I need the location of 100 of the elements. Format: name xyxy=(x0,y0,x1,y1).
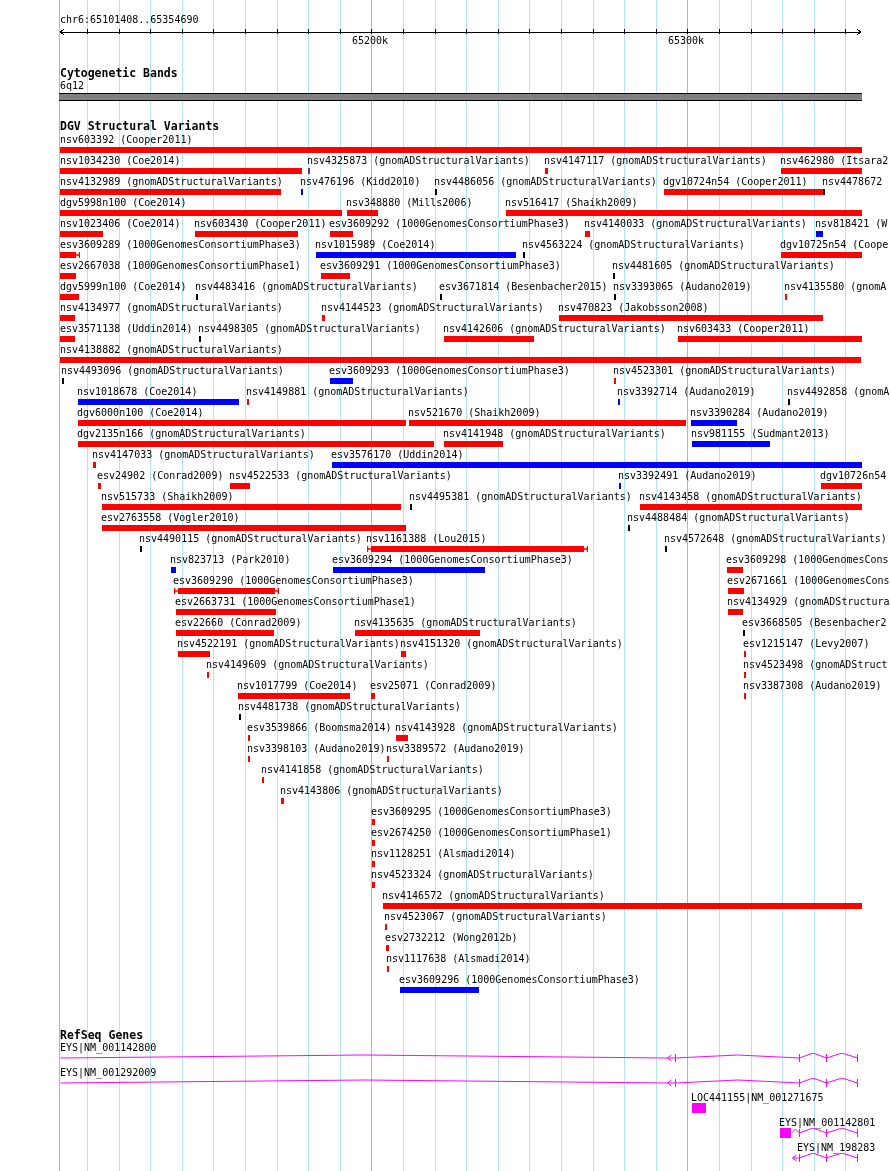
variant-bar[interactable] xyxy=(60,210,342,216)
variant-label: dgv5999n100 (Coe2014) xyxy=(60,281,187,293)
variant-bar[interactable] xyxy=(355,630,480,636)
variant-label: nsv462980 (Itsara2 xyxy=(780,155,889,167)
variant-bar[interactable] xyxy=(330,378,353,384)
variant-bar[interactable] xyxy=(371,693,375,699)
variant-label: nsv3389572 (Audano2019) xyxy=(386,743,525,755)
chromosome-band[interactable] xyxy=(59,93,862,101)
variant-bar[interactable] xyxy=(332,462,862,468)
variant-bar[interactable] xyxy=(238,693,350,699)
variant-bar[interactable] xyxy=(640,504,862,510)
variant-bar[interactable] xyxy=(60,336,75,342)
variant-bar[interactable] xyxy=(60,252,76,258)
variant-bar[interactable] xyxy=(728,609,743,615)
variant-bar[interactable] xyxy=(93,462,96,468)
variant-label: nsv1018678 (Coe2014) xyxy=(77,386,198,398)
variant-bar[interactable] xyxy=(195,231,298,237)
variant-bar[interactable] xyxy=(372,819,375,825)
variant-label: nsv4149609 (gnomADStructuralVariants) xyxy=(206,659,429,671)
variant-bar[interactable] xyxy=(444,336,534,342)
variant-label: esv3609293 (1000GenomesConsortiumPhase3) xyxy=(329,365,570,377)
variant-bar[interactable] xyxy=(400,987,479,993)
variant-label: nsv4149881 (gnomADStructuralVariants) xyxy=(246,386,469,398)
variant-bar[interactable] xyxy=(781,168,862,174)
variant-bar[interactable] xyxy=(60,294,79,300)
variant-bar[interactable] xyxy=(396,735,408,741)
variant-label: nsv4151320 (gnomADStructuralVariants) xyxy=(400,638,623,650)
variant-bar[interactable] xyxy=(178,588,275,594)
variant-bar[interactable] xyxy=(321,273,350,279)
variant-bar[interactable] xyxy=(401,651,406,657)
variant-label: nsv1117638 (Alsmadi2014) xyxy=(386,953,531,965)
variant-bar[interactable] xyxy=(585,231,590,237)
variant-label: esv2667038 (1000GenomesConsortiumPhase1) xyxy=(60,260,301,272)
variant-bar[interactable] xyxy=(692,441,770,447)
variant-bar[interactable] xyxy=(176,609,276,615)
variant-bar[interactable] xyxy=(821,483,862,489)
variant-label: nsv1015989 (Coe2014) xyxy=(315,239,436,251)
variant-bar[interactable] xyxy=(316,252,516,258)
gene-model-drawing[interactable] xyxy=(780,1128,860,1138)
variant-label: esv24902 (Conrad2009) xyxy=(97,470,224,482)
variant-bar[interactable] xyxy=(230,483,250,489)
variant-bar[interactable] xyxy=(281,798,284,804)
variant-label: nsv4523324 (gnomADStructuralVariants) xyxy=(371,869,594,881)
gene-model-drawing[interactable] xyxy=(60,1053,860,1063)
variant-bar[interactable] xyxy=(78,420,406,426)
variant-bar[interactable] xyxy=(60,147,862,153)
variant-label: nsv4144523 (gnomADStructuralVariants) xyxy=(321,302,544,314)
variant-bar[interactable] xyxy=(102,504,401,510)
variant-bar[interactable] xyxy=(506,210,862,216)
variant-label: dgv6000n100 (Coe2014) xyxy=(77,407,204,419)
variant-bar[interactable] xyxy=(444,441,503,447)
variant-bar[interactable] xyxy=(781,252,862,258)
variant-label: esv25071 (Conrad2009) xyxy=(370,680,497,692)
variant-bar[interactable] xyxy=(98,483,101,489)
variant-bar[interactable] xyxy=(372,840,375,846)
variant-bar[interactable] xyxy=(386,945,389,951)
variant-bar[interactable] xyxy=(171,567,176,573)
tick-label: 65300k xyxy=(668,35,705,47)
variant-bar[interactable] xyxy=(102,525,406,531)
location-label: chr6:65101408..65354690 xyxy=(60,14,199,26)
variant-bar[interactable] xyxy=(347,210,378,216)
variant-bar[interactable] xyxy=(664,189,823,195)
variant-bar[interactable] xyxy=(60,168,302,174)
variant-bar[interactable] xyxy=(60,315,75,321)
gene-model-drawing[interactable] xyxy=(60,1078,860,1088)
variant-bar[interactable] xyxy=(333,567,485,573)
variant-bar[interactable] xyxy=(559,315,823,321)
variant-label: esv22660 (Conrad2009) xyxy=(175,617,302,629)
variant-bar[interactable] xyxy=(330,231,353,237)
variant-bar[interactable] xyxy=(78,441,434,447)
variant-bar[interactable] xyxy=(176,630,274,636)
variant-bar[interactable] xyxy=(372,882,375,888)
variant-label: dgv10726n54 xyxy=(820,470,887,482)
variant-bar[interactable] xyxy=(691,420,737,426)
variant-bar[interactable] xyxy=(60,189,281,195)
variant-bar[interactable] xyxy=(60,357,861,363)
variant-bar[interactable] xyxy=(178,651,210,657)
variant-label: nsv3387308 (Audano2019) xyxy=(743,680,882,692)
variant-label: esv3668505 (Besenbacher2 xyxy=(742,617,887,629)
variant-label: nsv1128251 (Alsmadi2014) xyxy=(371,848,516,860)
variant-label: nsv818421 (W xyxy=(815,218,888,230)
variant-label: esv1215147 (Levy2007) xyxy=(743,638,870,650)
variant-bar[interactable] xyxy=(728,588,744,594)
variant-bar[interactable] xyxy=(60,273,76,279)
variant-bar[interactable] xyxy=(371,546,584,552)
variant-bar[interactable] xyxy=(78,399,239,405)
variant-bar[interactable] xyxy=(60,231,103,237)
variant-label: nsv4134977 (gnomADStructuralVariants) xyxy=(60,302,283,314)
variant-bar[interactable] xyxy=(816,231,823,237)
variant-bar[interactable] xyxy=(322,315,325,321)
variant-label: nsv4563224 (gnomADStructuralVariants) xyxy=(522,239,745,251)
variant-bar[interactable] xyxy=(409,420,686,426)
gene-model-drawing[interactable] xyxy=(692,1103,707,1113)
variant-bar[interactable] xyxy=(372,861,375,867)
variant-label: esv3609291 (1000GenomesConsortiumPhase3) xyxy=(320,260,561,272)
variant-bar[interactable] xyxy=(678,336,862,342)
variant-bar[interactable] xyxy=(383,903,862,909)
gene-model-drawing[interactable] xyxy=(791,1153,860,1163)
variant-bar[interactable] xyxy=(727,567,743,573)
variant-bar[interactable] xyxy=(545,168,548,174)
